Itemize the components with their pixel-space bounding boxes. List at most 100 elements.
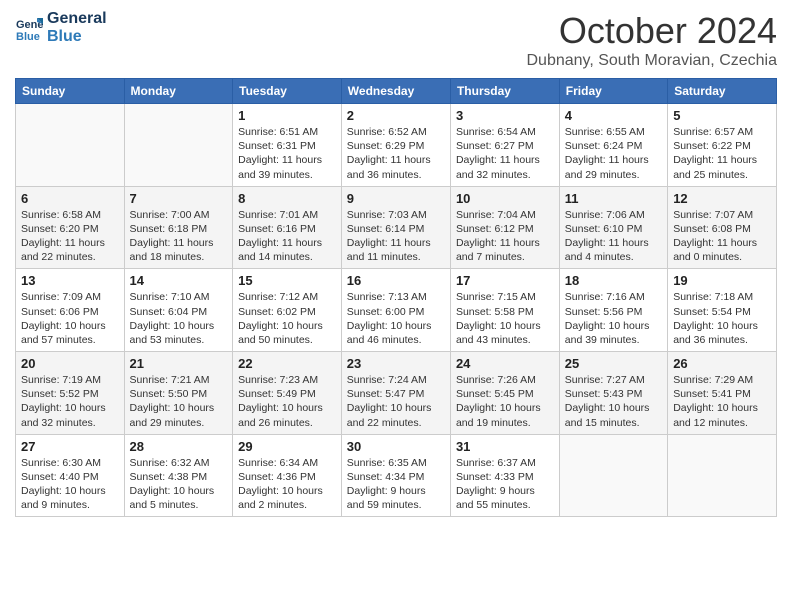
- day-info: Sunrise: 7:10 AM Sunset: 6:04 PM Dayligh…: [130, 290, 228, 347]
- day-info: Sunrise: 7:01 AM Sunset: 6:16 PM Dayligh…: [238, 208, 336, 265]
- calendar-cell: 20Sunrise: 7:19 AM Sunset: 5:52 PM Dayli…: [16, 352, 125, 435]
- calendar-cell: 21 Sunrise: 7:21 AM Sunset: 5:50 PM Dayli…: [124, 352, 233, 435]
- day-info: Sunrise: 6:34 AM Sunset: 4:36 PM Dayligh…: [238, 456, 336, 513]
- calendar-cell: 19 Sunrise: 7:18 AM Sunset: 5:54 PM Dayli…: [668, 269, 777, 352]
- day-number: 9: [347, 191, 445, 206]
- header-friday: Friday: [559, 79, 667, 104]
- calendar-cell: 15Sunrise: 7:12 AM Sunset: 6:02 PM Dayli…: [233, 269, 342, 352]
- calendar-cell: [16, 104, 125, 187]
- day-info: Sunrise: 7:26 AM Sunset: 5:45 PM Dayligh…: [456, 373, 554, 430]
- day-number: 21: [130, 356, 228, 371]
- day-number: 7: [130, 191, 228, 206]
- calendar-cell: 30Sunrise: 6:35 AM Sunset: 4:34 PM Dayli…: [341, 434, 450, 517]
- calendar-week-1: 1Sunrise: 6:51 AM Sunset: 6:31 PM Daylig…: [16, 104, 777, 187]
- day-number: 11: [565, 191, 662, 206]
- day-number: 16: [347, 273, 445, 288]
- day-info: Sunrise: 6:52 AM Sunset: 6:29 PM Dayligh…: [347, 125, 445, 182]
- calendar-cell: 28 Sunrise: 6:32 AM Sunset: 4:38 PM Dayli…: [124, 434, 233, 517]
- header-wednesday: Wednesday: [341, 79, 450, 104]
- calendar-week-5: 27 Sunrise: 6:30 AM Sunset: 4:40 PM Dayli…: [16, 434, 777, 517]
- day-number: 22: [238, 356, 336, 371]
- day-info: Sunrise: 6:37 AM Sunset: 4:33 PM Dayligh…: [456, 456, 554, 513]
- day-number: 8: [238, 191, 336, 206]
- day-number: 13: [21, 273, 119, 288]
- calendar-cell: 22 Sunrise: 7:23 AM Sunset: 5:49 PM Dayli…: [233, 352, 342, 435]
- calendar-cell: 17 Sunrise: 7:15 AM Sunset: 5:58 PM Dayli…: [450, 269, 559, 352]
- day-number: 6: [21, 191, 119, 206]
- calendar-table: SundayMondayTuesdayWednesdayThursdayFrid…: [15, 78, 777, 517]
- logo-icon: General Blue: [15, 14, 43, 42]
- day-info: Sunrise: 7:15 AM Sunset: 5:58 PM Dayligh…: [456, 290, 554, 347]
- day-info: Sunrise: 6:58 AM Sunset: 6:20 PM Dayligh…: [21, 208, 119, 265]
- day-info: Sunrise: 6:35 AM Sunset: 4:34 PM Dayligh…: [347, 456, 445, 513]
- day-number: 19: [673, 273, 771, 288]
- day-info: Sunrise: 6:57 AM Sunset: 6:22 PM Dayligh…: [673, 125, 771, 182]
- calendar-cell: 8 Sunrise: 7:01 AM Sunset: 6:16 PM Daylig…: [233, 186, 342, 269]
- day-info: Sunrise: 7:09 AM Sunset: 6:06 PM Dayligh…: [21, 290, 119, 347]
- title-block: October 2024 Dubnany, South Moravian, Cz…: [526, 10, 777, 70]
- day-number: 15: [238, 273, 336, 288]
- header-monday: Monday: [124, 79, 233, 104]
- header-tuesday: Tuesday: [233, 79, 342, 104]
- calendar-cell: 24 Sunrise: 7:26 AM Sunset: 5:45 PM Dayli…: [450, 352, 559, 435]
- calendar-cell: 2 Sunrise: 6:52 AM Sunset: 6:29 PM Daylig…: [341, 104, 450, 187]
- day-number: 28: [130, 439, 228, 454]
- day-info: Sunrise: 7:04 AM Sunset: 6:12 PM Dayligh…: [456, 208, 554, 265]
- day-info: Sunrise: 7:03 AM Sunset: 6:14 PM Dayligh…: [347, 208, 445, 265]
- day-info: Sunrise: 7:19 AM Sunset: 5:52 PM Dayligh…: [21, 373, 119, 430]
- day-info: Sunrise: 7:13 AM Sunset: 6:00 PM Dayligh…: [347, 290, 445, 347]
- calendar-cell: 16 Sunrise: 7:13 AM Sunset: 6:00 PM Dayli…: [341, 269, 450, 352]
- day-number: 12: [673, 191, 771, 206]
- calendar-cell: 5 Sunrise: 6:57 AM Sunset: 6:22 PM Daylig…: [668, 104, 777, 187]
- day-number: 27: [21, 439, 119, 454]
- calendar-cell: 6 Sunrise: 6:58 AM Sunset: 6:20 PM Daylig…: [16, 186, 125, 269]
- calendar-cell: 26Sunrise: 7:29 AM Sunset: 5:41 PM Dayli…: [668, 352, 777, 435]
- day-info: Sunrise: 7:24 AM Sunset: 5:47 PM Dayligh…: [347, 373, 445, 430]
- calendar-week-4: 20Sunrise: 7:19 AM Sunset: 5:52 PM Dayli…: [16, 352, 777, 435]
- day-number: 24: [456, 356, 554, 371]
- calendar-cell: 10 Sunrise: 7:04 AM Sunset: 6:12 PM Dayli…: [450, 186, 559, 269]
- day-info: Sunrise: 6:55 AM Sunset: 6:24 PM Dayligh…: [565, 125, 662, 182]
- calendar-week-3: 13 Sunrise: 7:09 AM Sunset: 6:06 PM Dayli…: [16, 269, 777, 352]
- header-thursday: Thursday: [450, 79, 559, 104]
- day-number: 17: [456, 273, 554, 288]
- header-sunday: Sunday: [16, 79, 125, 104]
- day-info: Sunrise: 7:16 AM Sunset: 5:56 PM Dayligh…: [565, 290, 662, 347]
- calendar-cell: 23Sunrise: 7:24 AM Sunset: 5:47 PM Dayli…: [341, 352, 450, 435]
- day-number: 25: [565, 356, 662, 371]
- day-info: Sunrise: 7:21 AM Sunset: 5:50 PM Dayligh…: [130, 373, 228, 430]
- calendar-cell: [124, 104, 233, 187]
- calendar-cell: 18 Sunrise: 7:16 AM Sunset: 5:56 PM Dayli…: [559, 269, 667, 352]
- day-info: Sunrise: 7:00 AM Sunset: 6:18 PM Dayligh…: [130, 208, 228, 265]
- calendar-cell: 7 Sunrise: 7:00 AM Sunset: 6:18 PM Daylig…: [124, 186, 233, 269]
- day-number: 5: [673, 108, 771, 123]
- calendar-cell: 29 Sunrise: 6:34 AM Sunset: 4:36 PM Dayli…: [233, 434, 342, 517]
- page-header: General Blue General Blue October 2024 D…: [15, 10, 777, 70]
- day-number: 18: [565, 273, 662, 288]
- month-title: October 2024: [526, 10, 777, 52]
- day-info: Sunrise: 6:32 AM Sunset: 4:38 PM Dayligh…: [130, 456, 228, 513]
- calendar-cell: 31Sunrise: 6:37 AM Sunset: 4:33 PM Dayli…: [450, 434, 559, 517]
- calendar-cell: [668, 434, 777, 517]
- day-info: Sunrise: 7:06 AM Sunset: 6:10 PM Dayligh…: [565, 208, 662, 265]
- calendar-cell: 12Sunrise: 7:07 AM Sunset: 6:08 PM Dayli…: [668, 186, 777, 269]
- calendar-cell: 11 Sunrise: 7:06 AM Sunset: 6:10 PM Dayli…: [559, 186, 667, 269]
- header-saturday: Saturday: [668, 79, 777, 104]
- calendar-cell: 4 Sunrise: 6:55 AM Sunset: 6:24 PM Daylig…: [559, 104, 667, 187]
- calendar-cell: 27 Sunrise: 6:30 AM Sunset: 4:40 PM Dayli…: [16, 434, 125, 517]
- day-number: 2: [347, 108, 445, 123]
- day-info: Sunrise: 6:54 AM Sunset: 6:27 PM Dayligh…: [456, 125, 554, 182]
- day-number: 29: [238, 439, 336, 454]
- day-info: Sunrise: 7:23 AM Sunset: 5:49 PM Dayligh…: [238, 373, 336, 430]
- day-info: Sunrise: 7:18 AM Sunset: 5:54 PM Dayligh…: [673, 290, 771, 347]
- calendar-header-row: SundayMondayTuesdayWednesdayThursdayFrid…: [16, 79, 777, 104]
- calendar-cell: [559, 434, 667, 517]
- day-info: Sunrise: 6:30 AM Sunset: 4:40 PM Dayligh…: [21, 456, 119, 513]
- day-number: 1: [238, 108, 336, 123]
- day-number: 4: [565, 108, 662, 123]
- calendar-week-2: 6 Sunrise: 6:58 AM Sunset: 6:20 PM Daylig…: [16, 186, 777, 269]
- day-number: 10: [456, 191, 554, 206]
- logo-text-general: General: [47, 10, 107, 28]
- day-info: Sunrise: 7:27 AM Sunset: 5:43 PM Dayligh…: [565, 373, 662, 430]
- calendar-cell: 1Sunrise: 6:51 AM Sunset: 6:31 PM Daylig…: [233, 104, 342, 187]
